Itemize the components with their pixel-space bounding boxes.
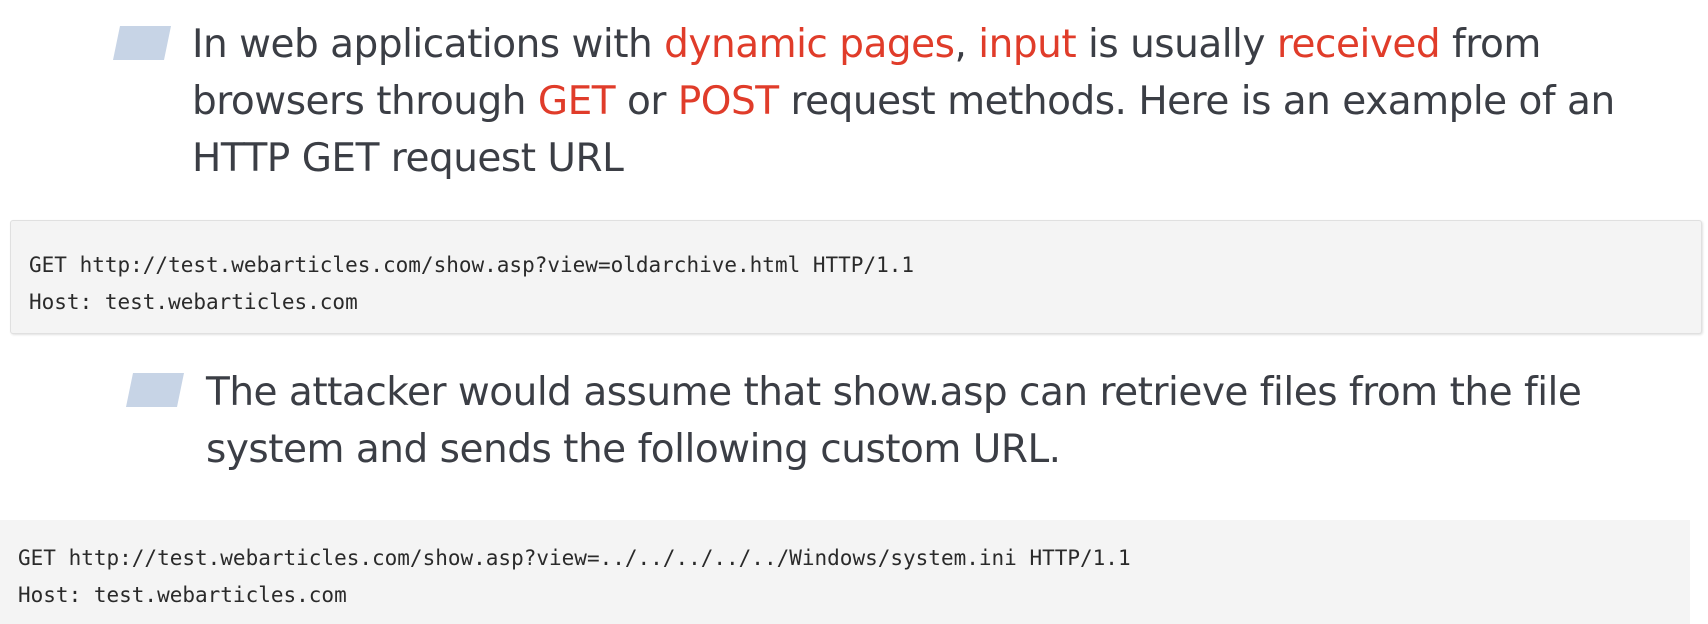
code-line: GET http://test.webarticles.com/show.asp… — [18, 546, 1131, 570]
code-line: Host: test.webarticles.com — [29, 290, 358, 314]
text-segment: In web applications with — [192, 22, 665, 67]
code-block-get-request: GET http://test.webarticles.com/show.asp… — [10, 220, 1702, 334]
slide: In web applications with dynamic pages, … — [0, 0, 1708, 624]
highlight-post: POST — [677, 79, 779, 124]
text-segment: is usually — [1076, 22, 1277, 67]
bullet-marker-icon — [113, 26, 171, 60]
bullet-text-1: In web applications with dynamic pages, … — [192, 16, 1632, 187]
text-segment: , — [954, 22, 979, 67]
code-block-traversal-request: GET http://test.webarticles.com/show.asp… — [0, 520, 1690, 624]
highlight-get: GET — [537, 79, 616, 124]
text-segment: or — [615, 79, 678, 124]
highlight-input: input — [978, 22, 1077, 67]
bullet-point-1: In web applications with dynamic pages, … — [113, 16, 1673, 187]
bullet-point-2: The attacker would assume that show.asp … — [126, 364, 1686, 478]
bullet-marker-icon — [126, 373, 184, 407]
highlight-dynamic-pages: dynamic pages — [664, 22, 955, 67]
code-line: GET http://test.webarticles.com/show.asp… — [29, 253, 915, 277]
code-line: Host: test.webarticles.com — [18, 583, 347, 607]
bullet-text-2: The attacker would assume that show.asp … — [206, 370, 1582, 472]
highlight-received: received — [1276, 22, 1441, 67]
